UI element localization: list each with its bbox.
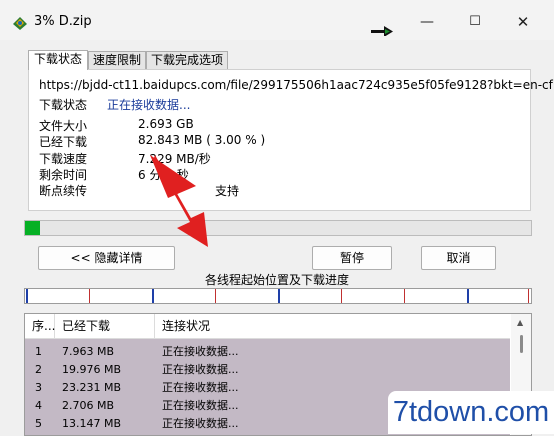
remaining-value: 6 分 7 秒	[138, 168, 189, 182]
row-index: 5	[35, 417, 42, 430]
row-index: 3	[35, 381, 42, 394]
row-status: 正在接收数据...	[162, 345, 239, 358]
row-status: 正在接收数据...	[162, 363, 239, 376]
segment-marker	[528, 289, 529, 303]
pause-button[interactable]: 暂停	[312, 246, 392, 270]
row-downloaded: 19.976 MB	[62, 363, 122, 376]
column-header-index[interactable]: 序...	[25, 314, 55, 338]
resume-label: 断点续传	[39, 184, 88, 198]
row-downloaded: 2.706 MB	[62, 399, 115, 412]
downloaded-label: 已经下载	[39, 135, 88, 149]
segment-marker	[278, 289, 280, 303]
speed-value: 7.229 MB/秒	[138, 152, 211, 166]
cursor-arrow-icon	[371, 26, 393, 36]
row-index: 2	[35, 363, 42, 376]
segment-marker	[26, 289, 28, 303]
segment-marker	[215, 289, 216, 303]
row-downloaded: 7.963 MB	[62, 345, 115, 358]
row-index: 1	[35, 345, 42, 358]
status-label: 下载状态	[39, 98, 88, 112]
row-status: 正在接收数据...	[162, 399, 239, 412]
row-status: 正在接收数据...	[162, 381, 239, 394]
column-header-downloaded[interactable]: 已经下载	[55, 314, 155, 338]
download-progress-bar	[24, 220, 532, 236]
row-downloaded: 23.231 MB	[62, 381, 122, 394]
scroll-up-icon[interactable]: ▲	[517, 318, 523, 327]
maximize-button[interactable]: ☐	[452, 8, 498, 36]
window-title: 3% D.zip	[34, 14, 92, 29]
watermark: 7tdown.com	[388, 391, 554, 434]
download-info-panel: https://bjdd-ct11.baidupcs.com/file/2991…	[28, 69, 553, 211]
segments-label: 各线程起始位置及下载进度	[204, 273, 349, 287]
row-index: 4	[35, 399, 42, 412]
remaining-label: 剩余时间	[39, 168, 88, 182]
tab-speed-limit[interactable]: 速度限制	[88, 51, 146, 69]
thread-segments-bar	[24, 288, 532, 304]
segment-marker	[152, 289, 154, 303]
resume-value: 支持	[215, 184, 240, 198]
url-text: https://bjdd-ct11.baidupcs.com/file/2991…	[39, 78, 553, 92]
segment-marker	[404, 289, 405, 303]
minimize-button[interactable]: —	[404, 8, 450, 36]
segment-marker	[89, 289, 90, 303]
app-icon	[13, 17, 27, 30]
speed-label: 下载速度	[39, 152, 88, 166]
size-value: 2.693 GB	[138, 117, 194, 131]
tab-completion-options[interactable]: 下载完成选项	[146, 51, 228, 69]
segment-marker	[467, 289, 469, 303]
title-bar: 3% D.zip — ☐ ✕	[0, 0, 554, 40]
list-item[interactable]: 1 7.963 MB 正在接收数据...	[25, 343, 510, 361]
scrollbar-thumb[interactable]	[520, 335, 523, 353]
size-label: 文件大小	[39, 119, 88, 133]
status-value: 正在接收数据...	[107, 98, 191, 112]
row-downloaded: 13.147 MB	[62, 417, 122, 430]
row-status: 正在接收数据...	[162, 417, 239, 430]
column-header-status[interactable]: 连接状况	[155, 314, 510, 338]
progress-fill	[25, 221, 41, 235]
close-button[interactable]: ✕	[500, 8, 546, 36]
list-header: 序... 已经下载 连接状况	[25, 314, 510, 339]
list-item[interactable]: 2 19.976 MB 正在接收数据...	[25, 361, 510, 379]
cancel-button[interactable]: 取消	[421, 246, 496, 270]
tab-download-status[interactable]: 下载状态	[28, 50, 88, 70]
hide-details-button[interactable]: << 隐藏详情	[38, 246, 175, 270]
segment-marker	[341, 289, 342, 303]
downloaded-value: 82.843 MB ( 3.00 % )	[138, 133, 266, 147]
